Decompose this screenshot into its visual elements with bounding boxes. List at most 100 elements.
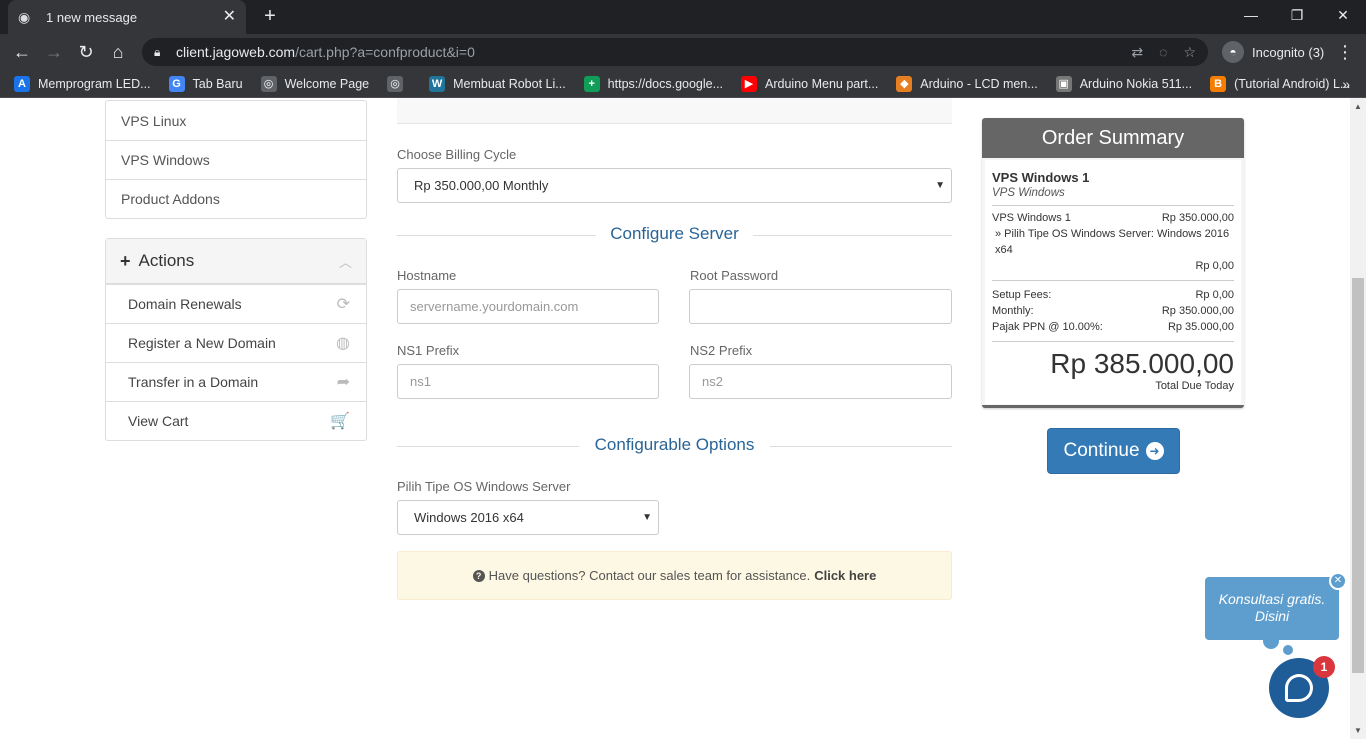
bookmark-item[interactable]: ▣ Arduino Nokia 511... <box>1055 75 1193 92</box>
summary-tax: Pajak PPN @ 10.00%: Rp 35.000,00 <box>992 321 1234 333</box>
billing-cycle-select[interactable]: Rp 350.000,00 Monthly ▼ <box>397 168 952 203</box>
chevron-up-icon[interactable]: ︿ <box>339 252 352 271</box>
bookmark-item[interactable]: ◎ Welcome Page <box>260 75 370 92</box>
more-bookmarks-icon[interactable]: » <box>1342 76 1350 92</box>
globe-icon: ◍ <box>336 335 350 352</box>
globe-icon: ◉ <box>18 9 31 25</box>
bookmark-favicon-icon: ◎ <box>260 75 277 92</box>
summary-option: » Pilih Tipe OS Windows Server: Windows … <box>995 228 1230 256</box>
page-scrollbar[interactable]: ▲ ▼ <box>1350 98 1366 739</box>
configurable-options-heading: Configurable Options <box>397 435 952 456</box>
plus-icon: + <box>120 250 131 271</box>
new-tab-icon[interactable]: + <box>260 6 280 26</box>
summary-option-price: Rp 0,00 <box>1195 260 1234 272</box>
refresh-icon: ⟳ <box>336 296 350 313</box>
chat-unread-badge: 1 <box>1313 656 1335 678</box>
restore-icon[interactable]: ❐ <box>1274 0 1320 30</box>
ns1-label: NS1 Prefix <box>397 343 460 358</box>
browser-tab[interactable]: ◉ 1 new message ✕ <box>8 0 246 34</box>
bookmark-favicon-icon: ◆ <box>896 75 913 92</box>
contact-sales-link[interactable]: Click here <box>814 568 876 583</box>
incognito-indicator[interactable]: ◓ Incognito (3) <box>1214 38 1332 66</box>
question-circle-icon: ? <box>472 569 485 582</box>
incognito-icon: ◓ <box>1222 41 1244 63</box>
bookmarks-bar: A Memprogram LED... G Tab Baru ◎ Welcome Page… <box>0 70 1366 98</box>
actions-panel: + Actions ︿ Domain Renewals ⟳ Register a… <box>105 238 367 441</box>
bookmark-label: https://docs.google... <box>607 76 724 91</box>
cart-icon: 🛒 <box>330 413 350 430</box>
categories-panel: VPS Linux VPS Windows Product Addons <box>105 100 367 219</box>
share-icon: ➦ <box>336 374 350 391</box>
bookmark-favicon-icon: ▶ <box>741 75 758 92</box>
action-view-cart[interactable]: View Cart 🛒 <box>106 401 366 440</box>
bookmark-item[interactable]: + https://docs.google... <box>583 75 724 92</box>
translate-icon[interactable]: ⇄ <box>1131 44 1143 61</box>
menu-icon[interactable]: ⋮ <box>1336 40 1354 64</box>
bookmark-label: (Tutorial Android) L... <box>1234 76 1351 91</box>
action-domain-renewals[interactable]: Domain Renewals ⟳ <box>106 284 366 323</box>
bookmark-item[interactable]: G Tab Baru <box>168 75 243 92</box>
address-bar[interactable]: 🔒︎ client.jagoweb.com/cart.php?a=confpro… <box>142 38 1208 66</box>
bookmark-label: Welcome Page <box>284 76 370 91</box>
action-register-domain[interactable]: Register a New Domain ◍ <box>106 323 366 362</box>
scroll-down-icon[interactable]: ▼ <box>1354 726 1362 735</box>
summary-total: Rp 385.000,00 <box>1050 348 1234 379</box>
minimize-icon[interactable]: — <box>1228 0 1274 30</box>
bookmark-label: Arduino Menu part... <box>765 76 879 91</box>
bookmark-item[interactable]: ▶ Arduino Menu part... <box>741 75 879 92</box>
ns2-label: NS2 Prefix <box>690 343 753 358</box>
close-chat-bubble-icon[interactable]: ✕ <box>1329 572 1347 590</box>
bookmark-label: Membuat Robot Li... <box>453 76 566 91</box>
browser-toolbar: ← → ↻ ⌂ 🔒︎ client.jagoweb.com/cart.php?a… <box>0 34 1366 70</box>
close-window-icon[interactable]: ✕ <box>1320 0 1366 30</box>
actions-header[interactable]: + Actions ︿ <box>106 239 366 284</box>
bookmark-favicon-icon: A <box>14 75 30 92</box>
sidebar-item-vps-windows[interactable]: VPS Windows <box>106 140 366 179</box>
chevron-down-icon: ▼ <box>935 180 945 191</box>
reload-icon[interactable]: ↻ <box>74 40 98 64</box>
tab-title: 1 new message <box>46 9 138 25</box>
bookmark-item[interactable]: ◎ <box>387 75 411 92</box>
bookmark-label: Tab Baru <box>192 76 243 91</box>
hostname-input[interactable]: servername.yourdomain.com <box>397 289 659 324</box>
os-type-select[interactable]: Windows 2016 x64 ▼ <box>397 500 659 535</box>
continue-button[interactable]: Continue ➜ <box>1047 428 1180 474</box>
home-icon[interactable]: ⌂ <box>106 40 130 64</box>
bookmark-item[interactable]: W Membuat Robot Li... <box>429 75 566 92</box>
bookmark-item[interactable]: A Memprogram LED... <box>14 75 151 92</box>
bookmark-label: Arduino - LCD men... <box>920 76 1038 91</box>
configure-server-heading: Configure Server <box>397 224 952 245</box>
scrollbar-thumb[interactable] <box>1352 278 1364 673</box>
lock-icon: 🔒︎ <box>154 44 161 59</box>
bookmark-item[interactable]: ◆ Arduino - LCD men... <box>896 75 1038 92</box>
action-transfer-domain[interactable]: Transfer in a Domain ➦ <box>106 362 366 401</box>
summary-monthly: Monthly: Rp 350.000,00 <box>992 305 1234 317</box>
bookmark-favicon-icon: ◎ <box>387 75 404 92</box>
bookmark-label: Arduino Nokia 511... <box>1079 76 1193 91</box>
sidebar-item-vps-linux[interactable]: VPS Linux <box>106 101 366 140</box>
ns1-input[interactable]: ns1 <box>397 364 659 399</box>
summary-setup-fees: Setup Fees: Rp 0,00 <box>992 289 1234 301</box>
bookmark-favicon-icon: + <box>583 75 600 92</box>
close-tab-icon[interactable]: ✕ <box>223 9 236 25</box>
chat-bubble-tail <box>1263 633 1279 649</box>
summary-total-label: Total Due Today <box>1155 380 1234 392</box>
summary-product-name: VPS Windows 1 <box>992 170 1090 185</box>
url-text: client.jagoweb.com/cart.php?a=confproduc… <box>176 44 475 60</box>
eye-off-icon[interactable]: ◌ <box>1159 44 1167 61</box>
scroll-up-icon[interactable]: ▲ <box>1354 102 1362 111</box>
order-summary: Order Summary VPS Windows 1 VPS Windows … <box>982 118 1244 408</box>
back-icon[interactable]: ← <box>10 40 34 64</box>
bookmark-favicon-icon: B <box>1210 75 1227 92</box>
arrow-right-circle-icon: ➜ <box>1145 442 1164 460</box>
bookmark-item[interactable]: B (Tutorial Android) L... <box>1210 75 1351 92</box>
chat-bubble[interactable]: Konsultasi gratis. Disini <box>1205 577 1339 640</box>
star-icon[interactable]: ☆ <box>1183 44 1196 61</box>
browser-tabbar: ◉ 1 new message ✕ + — ❐ ✕ <box>0 0 1366 34</box>
page-content: VPS Linux VPS Windows Product Addons + A… <box>0 98 1350 739</box>
root-password-label: Root Password <box>690 268 779 283</box>
forward-icon[interactable]: → <box>42 40 66 64</box>
root-password-input[interactable] <box>689 289 952 324</box>
sidebar-item-product-addons[interactable]: Product Addons <box>106 179 366 218</box>
ns2-input[interactable]: ns2 <box>689 364 952 399</box>
